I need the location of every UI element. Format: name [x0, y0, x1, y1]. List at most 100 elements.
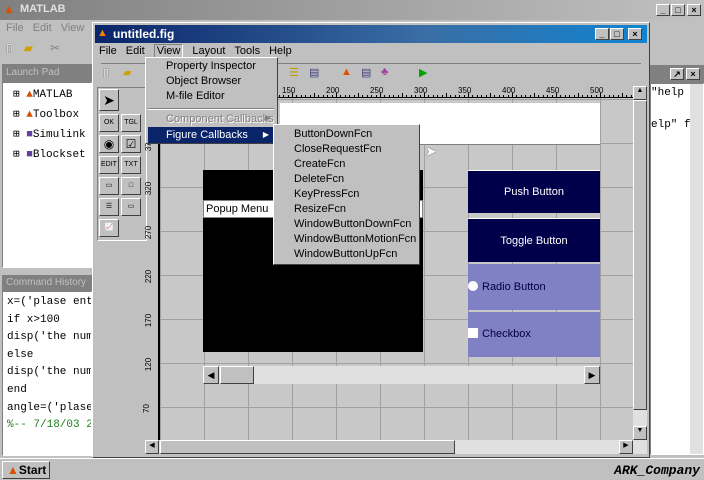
main-toolbar: ▯ ▰ ✂	[6, 41, 60, 55]
menu-editor-icon[interactable]: ▤	[309, 66, 319, 79]
edit-text-tool[interactable]: EDIT	[99, 156, 119, 174]
history-line[interactable]: end	[7, 384, 91, 402]
ruler-label: 350	[458, 86, 472, 95]
panel-close-button[interactable]: ×	[686, 68, 700, 80]
slider-tool[interactable]: ▭	[99, 177, 119, 195]
cut-icon[interactable]: ✂	[50, 41, 60, 55]
undock-button[interactable]: ↗	[670, 68, 684, 80]
submenu-arrow-icon: ▶	[264, 113, 271, 122]
menu-file[interactable]: File	[99, 45, 117, 57]
radio-button-component[interactable]: Radio Button	[468, 264, 600, 310]
open-folder-icon[interactable]: ▰	[123, 66, 131, 79]
guide-close-button[interactable]: ×	[628, 28, 642, 40]
guide-maximize-button[interactable]: □	[610, 28, 624, 40]
axes-tool[interactable]: 📈	[99, 219, 119, 237]
submenu-item[interactable]: DeleteFcn	[274, 172, 419, 187]
menu-tools[interactable]: Tools	[234, 45, 260, 57]
submenu-item[interactable]: CreateFcn	[274, 157, 419, 172]
menu-view[interactable]: View	[153, 44, 184, 58]
history-line[interactable]: if x>100	[7, 314, 91, 332]
toggle-button-tool[interactable]: TGL	[121, 114, 141, 132]
scroll-thumb[interactable]	[633, 100, 647, 410]
launch-pad-item[interactable]: ⊞ ▲MATLAB	[3, 87, 91, 107]
menu-layout[interactable]: Layout	[192, 45, 225, 57]
launch-pad-item[interactable]: ⊞ ▲Toolbox	[3, 107, 91, 127]
main-menu-file[interactable]: File	[6, 22, 24, 34]
main-maximize-button[interactable]: □	[671, 4, 685, 16]
submenu-item[interactable]: KeyPressFcn	[274, 187, 419, 202]
submenu-item[interactable]: ResizeFcn	[274, 202, 419, 217]
main-title-bar: ▲ MATLAB _ □ ×	[0, 0, 704, 20]
grid-line	[160, 407, 633, 408]
ruler-label: 320	[144, 181, 154, 196]
slider-thumb[interactable]	[220, 366, 254, 384]
history-line[interactable]: disp('the numb	[7, 366, 91, 384]
launch-pad-item[interactable]: ⊞ ■Blockset	[3, 147, 91, 167]
menu-item-property-inspector[interactable]: Property Inspector	[166, 60, 256, 72]
checkbox-square-icon	[468, 328, 478, 339]
command-scrollbar[interactable]	[690, 84, 703, 454]
toggle-button-component[interactable]: Toggle Button	[468, 218, 600, 262]
new-file-icon[interactable]: ▯	[103, 66, 109, 79]
submenu-arrow-icon: ▶	[262, 130, 269, 139]
run-icon[interactable]: ▶	[419, 66, 427, 79]
static-text-tool[interactable]: TXT	[121, 156, 141, 174]
m-file-editor-icon[interactable]: ▤	[361, 66, 371, 79]
launch-pad-item[interactable]: ⊞ ■Simulink	[3, 127, 91, 147]
popup-menu-tool[interactable]: ▭	[121, 198, 141, 216]
slider-left-arrow[interactable]: ◀	[203, 366, 219, 384]
main-title: MATLAB	[20, 3, 66, 15]
main-minimize-button[interactable]: _	[656, 4, 670, 16]
history-line[interactable]: else	[7, 349, 91, 367]
history-line[interactable]: x=('plase ente	[7, 296, 91, 314]
ruler-label: 250	[370, 86, 384, 95]
component-palette: ➤ OK TGL ◉ ☑ EDIT TXT ▭ □ ☰ ▭ 📈	[97, 87, 147, 241]
scroll-thumb[interactable]	[160, 440, 455, 454]
command-line: "help	[651, 87, 685, 99]
radio-button-tool[interactable]: ◉	[99, 135, 119, 153]
submenu-item[interactable]: WindowButtonUpFcn	[274, 247, 419, 262]
history-line[interactable]: angle=('plase	[7, 402, 91, 420]
canvas-horizontal-scrollbar[interactable]: ◀ ▶	[145, 440, 647, 454]
slider-right-arrow[interactable]: ▶	[584, 366, 600, 384]
submenu-item[interactable]: CloseRequestFcn	[274, 142, 419, 157]
menu-separator	[148, 108, 274, 110]
slider-component[interactable]: ◀ ▶	[203, 366, 600, 384]
open-folder-icon[interactable]: ▰	[24, 41, 33, 55]
ruler-label: 220	[144, 269, 154, 284]
push-button-component[interactable]: Push Button	[468, 170, 600, 213]
main-close-button[interactable]: ×	[687, 4, 701, 16]
taskbar: ▲Start ARK_Company	[0, 458, 704, 480]
submenu-item[interactable]: WindowButtonMotionFcn	[274, 232, 419, 247]
select-tool[interactable]: ➤	[99, 89, 119, 111]
menu-item-figure-callbacks[interactable]: Figure Callbacks ▶	[148, 127, 275, 143]
ruler-label: 400	[502, 86, 516, 95]
guide-minimize-button[interactable]: _	[595, 28, 609, 40]
new-file-icon[interactable]: ▯	[6, 41, 13, 55]
grid-line	[160, 363, 633, 364]
canvas-vertical-scrollbar[interactable]: ▲ ▼	[633, 86, 647, 440]
align-icon[interactable]: ☰	[289, 66, 299, 79]
start-button[interactable]: ▲Start	[2, 461, 50, 479]
main-menu-view[interactable]: View	[61, 22, 85, 34]
menu-help[interactable]: Help	[269, 45, 292, 57]
property-inspector-icon[interactable]: ▲	[341, 66, 352, 78]
history-line[interactable]: %-- 7/18/03 2	[7, 419, 91, 437]
history-line[interactable]: disp('the numb	[7, 331, 91, 349]
push-button-tool[interactable]: OK	[99, 114, 119, 132]
submenu-item[interactable]: ButtonDownFcn	[274, 127, 419, 142]
frame-tool[interactable]: □	[121, 177, 141, 195]
menu-item-object-browser[interactable]: Object Browser	[166, 75, 241, 87]
ruler-label: 150	[282, 86, 296, 95]
checkbox-component[interactable]: Checkbox	[468, 312, 600, 357]
ruler-label: 70	[141, 404, 151, 413]
guide-title-bar: ▲ untitled.fig _ □ ×	[95, 25, 647, 43]
mouse-cursor-icon: ➤	[425, 143, 437, 159]
menu-item-m-file-editor[interactable]: M-file Editor	[166, 90, 225, 102]
main-menu-edit[interactable]: Edit	[33, 22, 52, 34]
listbox-tool[interactable]: ☰	[99, 198, 119, 216]
checkbox-tool[interactable]: ☑	[121, 135, 141, 153]
menu-edit[interactable]: Edit	[126, 45, 145, 57]
submenu-item[interactable]: WindowButtonDownFcn	[274, 217, 419, 232]
object-browser-icon[interactable]: ♣	[381, 66, 388, 78]
